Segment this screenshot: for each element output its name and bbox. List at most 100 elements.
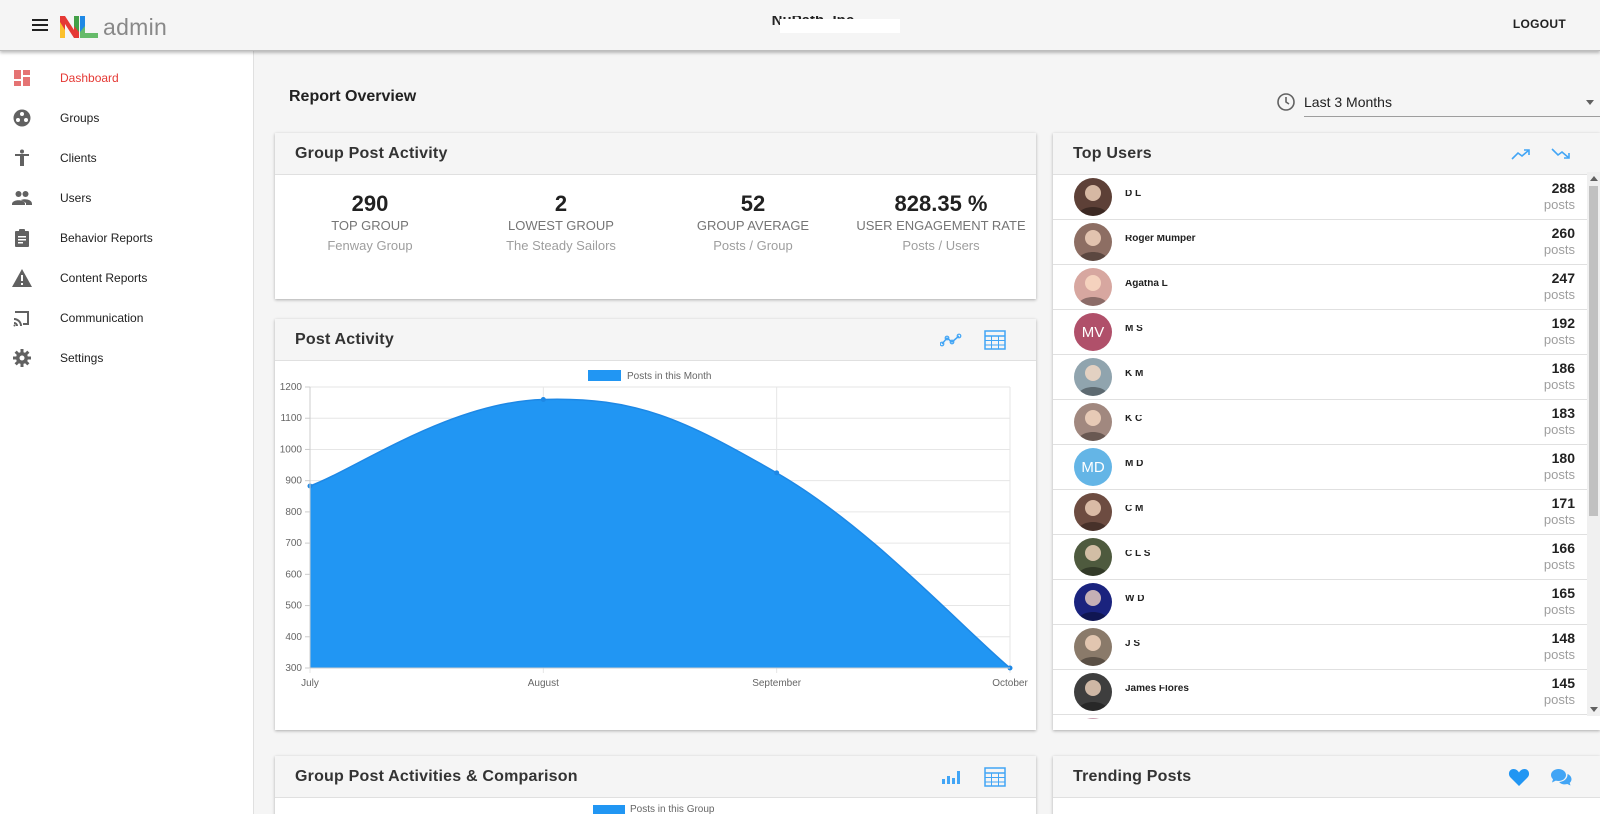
legend-swatch [588, 370, 621, 381]
card-header: Trending Posts [1053, 756, 1600, 798]
user-post-unit: posts [1543, 467, 1575, 482]
comparison-legend-swatch [593, 805, 625, 814]
user-name: C L S [1125, 550, 1151, 558]
user-post-count: 166 [1551, 540, 1575, 556]
top-user-row[interactable]: Roger Mumper 260 posts [1053, 220, 1595, 265]
stat-value: 290 [351, 191, 389, 216]
user-post-count: 180 [1551, 450, 1575, 466]
hamburger-menu-icon[interactable] [28, 13, 52, 37]
date-range-select[interactable]: Last 3 Months [1276, 89, 1600, 117]
avatar-photo [1078, 545, 1108, 576]
top-user-row[interactable]: Agatha L 247 posts [1053, 265, 1595, 310]
sidebar-item-settings[interactable]: Settings [0, 338, 253, 378]
avatar[interactable] [1074, 628, 1112, 666]
y-tick-label: 600 [285, 569, 302, 580]
avatar[interactable] [1074, 358, 1112, 396]
top-user-row[interactable]: C L S 166 posts [1053, 535, 1595, 580]
gear-icon [12, 348, 32, 368]
sidebar-item-communication[interactable]: Communication [0, 298, 253, 338]
user-post-count: 165 [1551, 585, 1575, 601]
avatar-initials: MD [1081, 458, 1105, 476]
avatar[interactable] [1074, 268, 1112, 306]
top-user-row[interactable]: MV M S 192 posts [1053, 310, 1595, 355]
top-app-bar: admin NuPath, Inc. LOGOUT [0, 0, 1600, 51]
avatar[interactable] [1074, 403, 1112, 441]
line-chart-icon[interactable] [939, 329, 963, 351]
scrollbar-thumb[interactable] [1589, 186, 1598, 516]
top-user-row[interactable]: J S 148 posts [1053, 625, 1595, 670]
bar-chart-icon[interactable] [939, 766, 963, 788]
scroll-down-arrow-icon[interactable] [1590, 707, 1598, 712]
warning-icon [12, 268, 32, 288]
sidebar-item-clients[interactable]: Clients [0, 138, 253, 178]
avatar[interactable] [1074, 538, 1112, 576]
avatar[interactable] [1074, 223, 1112, 261]
sidebar-item-label: Groups [60, 111, 100, 125]
user-post-unit: posts [1543, 557, 1575, 572]
user-post-unit: posts [1543, 647, 1575, 662]
user-post-count: 148 [1551, 630, 1575, 646]
y-tick-label: 1000 [280, 444, 303, 455]
logout-button[interactable]: LOGOUT [1513, 17, 1566, 31]
legend-label: Posts in this Month [627, 371, 711, 382]
avatar[interactable]: MD [1074, 448, 1112, 486]
top-user-row[interactable]: D L 288 posts [1053, 175, 1595, 220]
avatar[interactable] [1074, 178, 1112, 216]
card-title: Trending Posts [1073, 768, 1192, 785]
y-tick-label: 400 [285, 632, 302, 643]
card-title: Group Post Activity [295, 145, 448, 162]
top-user-row[interactable]: James Flores 145 posts [1053, 670, 1595, 715]
user-name: M S [1125, 325, 1143, 333]
avatar-photo [1078, 365, 1108, 396]
avatar[interactable] [1074, 673, 1112, 711]
groups-icon [12, 108, 32, 128]
top-users-scrollbar[interactable] [1587, 172, 1600, 716]
clock-icon [1277, 93, 1295, 111]
y-tick-label: 1200 [280, 382, 303, 393]
table-icon[interactable] [983, 766, 1007, 788]
scroll-up-arrow-icon[interactable] [1590, 176, 1598, 181]
trending-up-icon[interactable] [1509, 143, 1533, 165]
x-tick-label: August [528, 678, 559, 689]
user-post-unit: posts [1543, 332, 1575, 347]
avatar[interactable]: MV [1074, 313, 1112, 351]
avatar[interactable] [1074, 718, 1112, 719]
user-post-unit: posts [1543, 422, 1575, 437]
user-name: K C [1125, 415, 1143, 423]
redaction-mask [780, 19, 900, 33]
stat-sub: Posts / Users [902, 238, 980, 253]
sidebar-item-dashboard[interactable]: Dashboard [0, 58, 253, 98]
comments-icon[interactable] [1549, 766, 1573, 788]
app-name: admin [103, 14, 168, 40]
y-tick-label: 1100 [280, 413, 302, 424]
table-icon[interactable] [983, 329, 1007, 351]
sidebar-item-groups[interactable]: Groups [0, 98, 253, 138]
top-user-row[interactable]: K C 183 posts [1053, 400, 1595, 445]
trending-down-icon[interactable] [1549, 143, 1573, 165]
avatar[interactable] [1074, 493, 1112, 531]
heart-icon[interactable] [1507, 766, 1531, 788]
sidebar-item-behavior-reports[interactable]: Behavior Reports [0, 218, 253, 258]
stat-label: GROUP AVERAGE [696, 218, 810, 233]
top-user-row[interactable]: K M 186 posts [1053, 355, 1595, 400]
user-post-count: 171 [1551, 495, 1575, 511]
avatar-photo [1078, 230, 1108, 261]
user-post-count: 186 [1551, 360, 1575, 376]
date-range-field[interactable]: Last 3 Months [1304, 89, 1600, 117]
sidebar-item-label: Behavior Reports [60, 231, 153, 245]
top-user-row[interactable]: MD M D 180 posts [1053, 445, 1595, 490]
top-user-row[interactable]: 144posts [1053, 715, 1595, 719]
top-user-row[interactable]: C M 171 posts [1053, 490, 1595, 535]
sidebar-item-users[interactable]: Users [0, 178, 253, 218]
avatar[interactable] [1074, 583, 1112, 621]
stat-engagement-rate: 828.35 % USER ENGAGEMENT RATE Posts / Us… [841, 191, 1036, 258]
avatar-photo [1074, 718, 1112, 719]
top-user-row[interactable]: W D 165 posts [1053, 580, 1595, 625]
app-logo[interactable]: admin [58, 10, 167, 41]
dashboard-icon [12, 68, 32, 88]
user-post-count: 192 [1551, 315, 1575, 331]
stat-group-average: 52 GROUP AVERAGE Posts / Group [658, 191, 848, 258]
sidebar-item-content-reports[interactable]: Content Reports [0, 258, 253, 298]
user-post-count: 145 [1551, 675, 1575, 691]
user-name: James Flores [1125, 685, 1189, 693]
